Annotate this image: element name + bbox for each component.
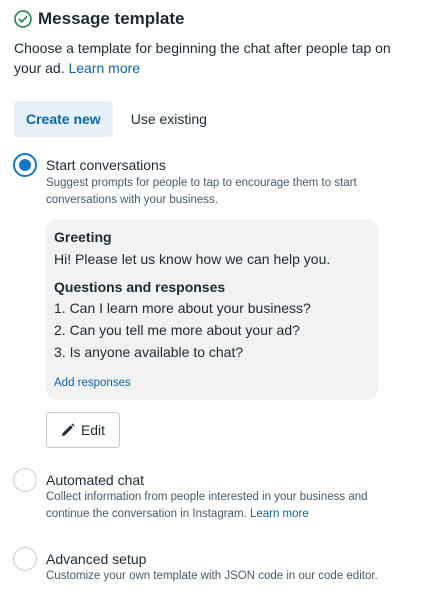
question-item: 2. Can you tell me more about your ad? (54, 322, 300, 338)
pencil-icon (61, 423, 75, 436)
template-tabs: Create new Use existing (14, 101, 219, 137)
edit-button-label: Edit (80, 422, 106, 438)
section-header: Message template (14, 9, 184, 29)
greeting-text: Hi! Please let us know how we can help y… (54, 251, 331, 267)
option-sub-advanced-setup: Customize your own template with JSON co… (46, 570, 378, 582)
tab-create-new[interactable]: Create new (14, 101, 113, 137)
option-sub-automated-chat: Collect information from people interest… (46, 489, 406, 523)
radio-advanced-setup[interactable] (13, 547, 37, 571)
tab-use-existing[interactable]: Use existing (119, 101, 219, 137)
automated-chat-learn-more-link[interactable]: Learn more (250, 508, 309, 520)
questions-heading: Questions and responses (54, 279, 226, 295)
option-label-advanced-setup: Advanced setup (46, 551, 147, 567)
learn-more-link[interactable]: Learn more (68, 60, 140, 76)
option-label-start-conversations: Start conversations (46, 157, 166, 173)
radio-selected-dot (19, 159, 31, 171)
automated-chat-description: Collect information from people interest… (46, 491, 368, 520)
conversation-preview-card: Greeting Hi! Please let us know how we c… (46, 219, 378, 400)
checkmark-circle-icon (14, 10, 32, 28)
edit-button[interactable]: Edit (46, 412, 120, 448)
section-title: Message template (38, 9, 185, 28)
radio-automated-chat[interactable] (13, 468, 37, 492)
option-label-automated-chat: Automated chat (46, 472, 145, 488)
greeting-heading: Greeting (54, 229, 112, 245)
add-responses-link[interactable]: Add responses (54, 377, 131, 389)
question-item: 3. Is anyone available to chat? (54, 344, 244, 360)
question-item: 1. Can I learn more about your business? (54, 300, 311, 316)
option-sub-start-conversations: Suggest prompts for people to tap to enc… (46, 177, 357, 206)
section-description: Choose a template for beginning the chat… (14, 38, 410, 78)
radio-start-conversations[interactable] (13, 153, 37, 177)
